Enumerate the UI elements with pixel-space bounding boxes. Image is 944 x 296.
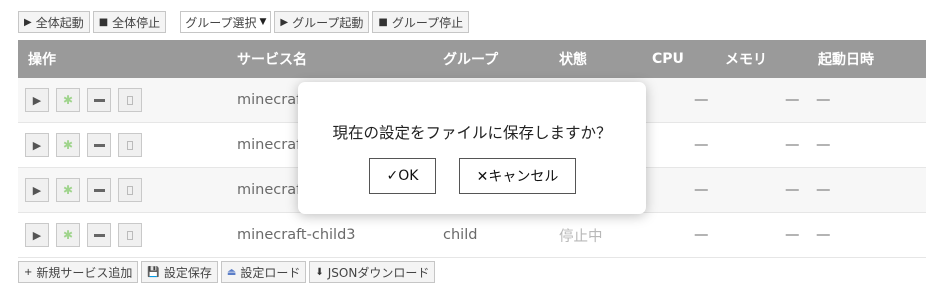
memory-cell: — — [785, 137, 800, 153]
confirm-save-dialog: 現在の設定をファイルに保存しますか？ ✓OK ✕キャンセル — [298, 82, 646, 214]
start-button[interactable]: ▶ — [25, 223, 49, 247]
group-stop-button[interactable]: ■ グループ停止 — [372, 11, 470, 33]
dialog-message: 現在の設定をファイルに保存しますか？ — [332, 124, 612, 142]
start-button[interactable]: ▶ — [25, 178, 49, 202]
started-cell: — — [816, 182, 831, 198]
stop-button[interactable] — [87, 88, 111, 112]
delete-button[interactable] — [118, 133, 142, 157]
delete-button[interactable] — [118, 88, 142, 112]
row-actions: ▶ ✱ — [25, 123, 149, 167]
stop-button[interactable] — [87, 178, 111, 202]
trash-icon — [127, 140, 133, 150]
play-icon: ▶ — [24, 16, 32, 28]
download-icon: ⬇ — [315, 266, 324, 278]
minus-icon — [93, 188, 105, 192]
restart-button[interactable]: ✱ — [56, 178, 80, 202]
group-select[interactable]: グループ選択 ▼ — [180, 11, 272, 33]
stop-icon: ■ — [98, 16, 109, 28]
save-settings-button[interactable]: 💾 設定保存 — [141, 261, 218, 283]
cpu-cell: — — [694, 182, 709, 198]
delete-button[interactable] — [118, 223, 142, 247]
play-icon: ▶ — [280, 16, 289, 28]
cpu-cell: — — [694, 92, 709, 108]
json-download-button[interactable]: ⬇ JSONダウンロード — [309, 261, 436, 283]
header-started-at: 起動日時 — [818, 52, 874, 68]
header-actions: 操作 — [28, 52, 56, 68]
started-cell: — — [816, 92, 831, 108]
play-icon: ▶ — [32, 138, 42, 152]
start-button[interactable]: ▶ — [25, 133, 49, 157]
stop-button[interactable] — [87, 133, 111, 157]
group-start-label: グループ起動 — [292, 15, 364, 30]
cancel-button[interactable]: ✕キャンセル — [459, 158, 576, 194]
service-name: minecraf — [237, 92, 302, 108]
load-settings-button[interactable]: ⏏ 設定ロード — [220, 261, 307, 283]
table-row: ▶ ✱ minecraft-child3 child 停止中 — — — — [18, 213, 926, 258]
play-icon: ▶ — [32, 228, 42, 242]
status-cell: 停止中 — [559, 228, 603, 245]
header-group: グループ — [443, 52, 499, 68]
play-icon: ▶ — [32, 183, 42, 197]
memory-cell: — — [785, 227, 800, 243]
header-service-name: サービス名 — [237, 52, 307, 68]
plus-icon: + — [24, 266, 33, 278]
trash-icon — [127, 230, 133, 240]
stop-icon: ■ — [378, 16, 388, 28]
cpu-cell: — — [694, 137, 709, 153]
group-stop-label: グループ停止 — [391, 15, 464, 30]
bottom-toolbar: + 新規サービス追加 💾 設定保存 ⏏ 設定ロード ⬇ JSONダウンロード — [18, 261, 438, 283]
trash-icon — [127, 185, 133, 195]
stop-button[interactable] — [87, 223, 111, 247]
minus-icon — [93, 143, 105, 147]
group-cell: child — [443, 227, 478, 243]
service-name: minecraf — [237, 182, 302, 198]
add-service-button[interactable]: + 新規サービス追加 — [18, 261, 139, 283]
trash-icon — [127, 95, 133, 105]
start-button[interactable]: ▶ — [25, 88, 49, 112]
memory-cell: — — [785, 92, 800, 108]
load-settings-label: 設定ロード — [240, 265, 301, 280]
play-icon: ▶ — [32, 93, 42, 107]
cpu-cell: — — [694, 227, 709, 243]
group-select-value: グループ選択 — [185, 15, 257, 30]
sparkle-icon: ✱ — [62, 228, 74, 242]
save-settings-label: 設定保存 — [163, 265, 212, 280]
json-download-label: JSONダウンロード — [327, 265, 430, 280]
row-actions: ▶ ✱ — [25, 168, 149, 212]
row-actions: ▶ ✱ — [25, 213, 149, 257]
group-start-button[interactable]: ▶ グループ起動 — [274, 11, 370, 33]
sparkle-icon: ✱ — [62, 138, 74, 152]
table-header: 操作 サービス名 グループ 状態 CPU メモリ 起動日時 — [18, 40, 926, 78]
header-status: 状態 — [559, 52, 587, 68]
row-actions: ▶ ✱ — [25, 78, 149, 122]
sparkle-icon: ✱ — [62, 93, 74, 107]
started-cell: — — [816, 227, 831, 243]
restart-button[interactable]: ✱ — [56, 223, 80, 247]
start-all-button[interactable]: ▶ 全体起動 — [18, 11, 90, 33]
header-cpu: CPU — [652, 51, 684, 67]
floppy-disk-icon: 💾 — [147, 266, 160, 278]
minus-icon — [93, 98, 105, 102]
chevron-down-icon: ▼ — [259, 17, 267, 27]
stop-all-label: 全体停止 — [112, 15, 161, 30]
start-all-label: 全体起動 — [35, 15, 84, 30]
ok-button[interactable]: ✓OK — [369, 158, 436, 194]
restart-button[interactable]: ✱ — [56, 133, 80, 157]
sparkle-icon: ✱ — [62, 183, 74, 197]
header-memory: メモリ — [725, 52, 767, 68]
service-name: minecraf — [237, 137, 302, 153]
restart-button[interactable]: ✱ — [56, 88, 80, 112]
service-name: minecraft-child3 — [237, 227, 356, 243]
started-cell: — — [816, 137, 831, 153]
top-toolbar: ▶ 全体起動 ■ 全体停止 グループ選択 ▼ ▶ グループ起動 ■ グループ停止 — [18, 11, 472, 33]
stop-all-button[interactable]: ■ 全体停止 — [92, 11, 167, 33]
minus-icon — [93, 233, 105, 237]
add-service-label: 新規サービス追加 — [36, 265, 133, 280]
memory-cell: — — [785, 182, 800, 198]
upload-icon: ⏏ — [226, 266, 237, 278]
service-manager: ▶ 全体起動 ■ 全体停止 グループ選択 ▼ ▶ グループ起動 ■ グループ停止… — [0, 0, 944, 296]
delete-button[interactable] — [118, 178, 142, 202]
